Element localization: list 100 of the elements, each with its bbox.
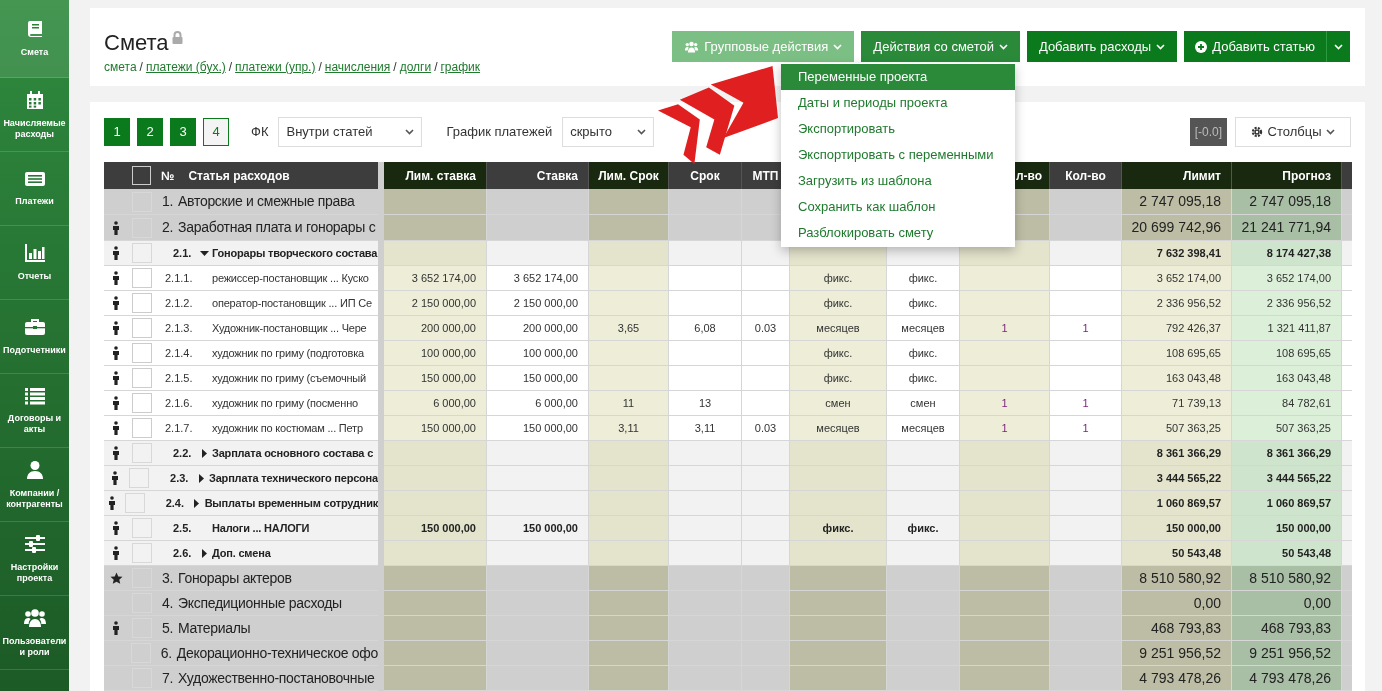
table-cell: фикс. — [790, 291, 887, 316]
menu-item[interactable]: Даты и периоды проекта — [781, 90, 1015, 116]
breadcrumb-link[interactable]: долги — [399, 58, 432, 76]
level-button[interactable]: 1 — [104, 118, 130, 146]
checkbox[interactable] — [132, 318, 152, 338]
sidebar-item[interactable]: Компании / контрагенты — [0, 448, 69, 522]
row-name: художник по гриму (подготовка — [212, 345, 364, 361]
breadcrumb-link[interactable]: платежи (бух.) — [145, 58, 226, 76]
checkbox[interactable] — [124, 493, 145, 513]
checkbox[interactable] — [132, 343, 152, 363]
checkbox[interactable] — [132, 368, 152, 388]
table-cell — [742, 341, 790, 366]
sidebar-item[interactable]: Отчеты — [0, 226, 69, 300]
table-cell: 9 251 956,52 — [1232, 641, 1342, 666]
checkbox[interactable] — [132, 418, 152, 438]
table-cell: 3 652 174,00 — [1232, 266, 1342, 291]
row-name: Художественно-постановочные — [178, 668, 375, 688]
column-header[interactable]: Лимит — [1122, 162, 1232, 189]
table-cell — [1050, 491, 1122, 516]
table-cell — [742, 491, 790, 516]
table-cell: 2 150 000,00 — [487, 291, 589, 316]
table-cell — [1050, 541, 1122, 566]
breadcrumb-link[interactable]: платежи (упр.) — [235, 58, 316, 76]
table-cell: 3 652 174,00 — [1122, 266, 1232, 291]
row-name: режиссер-постановщик ... Куско — [212, 270, 369, 286]
table-cell — [1050, 466, 1122, 491]
checkbox[interactable] — [132, 518, 152, 538]
level-button[interactable]: 2 — [137, 118, 163, 146]
checkbox[interactable] — [129, 468, 149, 488]
checkbox[interactable] — [132, 243, 152, 263]
table-cell — [742, 366, 790, 391]
breadcrumb-link[interactable]: смета — [104, 58, 137, 76]
table-cell — [1342, 215, 1352, 241]
menu-item[interactable]: Сохранить как шаблон — [781, 194, 1015, 220]
level-button[interactable]: 4 — [203, 118, 229, 146]
column-header[interactable]: Срок — [669, 162, 742, 189]
dropdown-button[interactable]: Действия со сметой — [861, 31, 1020, 62]
table-cell — [742, 566, 790, 591]
level-button[interactable]: 3 — [170, 118, 196, 146]
column-header[interactable]: Ставка — [487, 162, 589, 189]
table-cell: месяцев — [887, 416, 960, 441]
table-cell: фикс. — [887, 516, 960, 541]
menu-item[interactable]: Переменные проекта — [781, 64, 1015, 90]
row-name: Гонорары творческого состава — [212, 245, 378, 261]
table-cell — [1050, 616, 1122, 641]
table-cell — [1050, 215, 1122, 241]
table-cell: 0.03 — [742, 416, 790, 441]
chevron-down-icon — [833, 43, 843, 50]
column-header: Статья расходов — [188, 167, 290, 185]
sidebar-item[interactable]: Подотчетники — [0, 300, 69, 374]
add-item-button[interactable]: Добавить статью — [1184, 31, 1326, 62]
select-field[interactable]: Внутри статей — [278, 117, 423, 147]
table-cell: 3 444 565,22 — [1122, 466, 1232, 491]
table-cell: 1 — [1050, 391, 1122, 416]
sidebar-item[interactable]: Настройки проекта — [0, 522, 69, 596]
column-header[interactable]: Кол-во — [1050, 162, 1122, 189]
bar-chart-icon — [23, 243, 46, 263]
sidebar-item[interactable]: Пользователи и роли — [0, 596, 69, 670]
row-name: художник по гриму (съемочный — [212, 370, 366, 386]
table-cell: 4 793 478,26 — [1232, 666, 1342, 691]
row-name: Выплаты временным сотрудник — [204, 495, 378, 511]
checkbox[interactable] — [132, 268, 152, 288]
table-cell — [1342, 541, 1352, 566]
breadcrumb-link[interactable]: начисления — [324, 58, 391, 76]
row-number: 2.1.1. — [164, 270, 194, 286]
table-cell: 150 000,00 — [487, 516, 589, 541]
dropdown-button[interactable]: Добавить расходы — [1026, 31, 1178, 62]
table-cell — [1050, 291, 1122, 316]
table-cell: 3,65 — [589, 316, 669, 341]
sidebar-item[interactable]: Начисляемые расходы — [0, 78, 69, 152]
dropdown-toggle-button[interactable] — [1326, 31, 1350, 62]
row-name: Гонорары актеров — [178, 568, 292, 588]
menu-item[interactable]: Экспортировать — [781, 116, 1015, 142]
table-cell: 0,00 — [1122, 591, 1232, 616]
select-field[interactable]: скрыто — [562, 117, 655, 147]
sidebar-item[interactable]: Смета — [0, 0, 69, 78]
checkbox[interactable] — [132, 166, 151, 185]
checkbox[interactable] — [132, 393, 152, 413]
sidebar-item[interactable]: Договоры и акты — [0, 374, 69, 448]
menu-item[interactable]: Разблокировать смету — [781, 220, 1015, 246]
table-cell: фикс. — [887, 366, 960, 391]
row-number: 2.2. — [172, 445, 193, 461]
table-cell: 150 000,00 — [487, 416, 589, 441]
checkbox[interactable] — [132, 543, 152, 563]
table-cell: 100 000,00 — [487, 341, 589, 366]
users-icon — [684, 40, 700, 53]
chevron-down-icon — [637, 129, 647, 135]
table-cell — [1342, 616, 1352, 641]
table-cell: 792 426,37 — [1122, 316, 1232, 341]
table-cell: 150 000,00 — [384, 366, 487, 391]
sidebar-item[interactable]: Платежи — [0, 152, 69, 226]
row-name: художник по гриму (посменно — [212, 395, 358, 411]
table-cell: 1 — [960, 391, 1050, 416]
column-header[interactable]: Прогноз — [1232, 162, 1342, 189]
columns-button[interactable]: Столбцы — [1235, 117, 1351, 147]
column-header[interactable]: Лим. Срок — [589, 162, 669, 189]
breadcrumb-link[interactable]: график — [440, 58, 481, 76]
checkbox[interactable] — [132, 443, 152, 463]
column-header[interactable]: Лим. ставка — [384, 162, 487, 189]
checkbox[interactable] — [132, 293, 152, 313]
